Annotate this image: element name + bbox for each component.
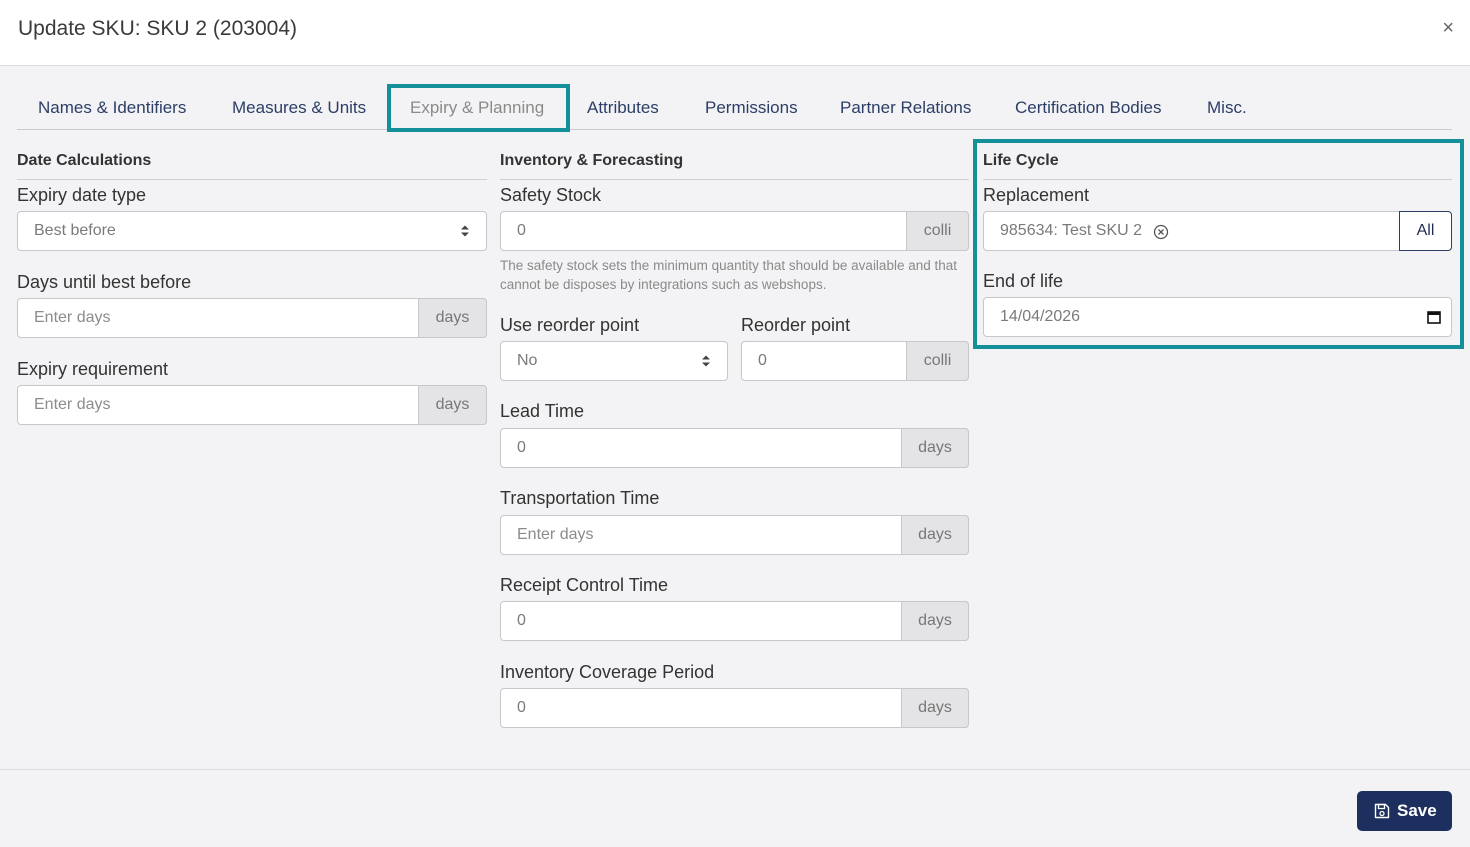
days-unit-addon: days bbox=[418, 298, 487, 338]
replacement-value: 985634: Test SKU 2 bbox=[1000, 222, 1143, 239]
save-button-label: Save bbox=[1397, 801, 1437, 820]
reorder-point-label: Reorder point bbox=[741, 315, 851, 335]
expiry-date-type-select[interactable]: Best before bbox=[17, 211, 487, 251]
receipt-control-time-label: Receipt Control Time bbox=[500, 575, 669, 595]
days-unit-addon: days bbox=[418, 385, 487, 425]
days-until-best-before-placeholder: Enter days bbox=[34, 309, 111, 326]
safety-stock-help-text: The safety stock sets the minimum quanti… bbox=[500, 258, 958, 292]
end-of-life-date-input[interactable]: 14/04/2026 bbox=[983, 297, 1452, 337]
reorder-point-value: 0 bbox=[758, 352, 767, 369]
section-divider bbox=[500, 179, 969, 180]
modal-title: Update SKU: SKU 2 (203004) bbox=[18, 17, 297, 40]
colli-unit-addon: colli bbox=[906, 211, 969, 251]
tab-measures-units[interactable]: Measures & Units bbox=[232, 86, 366, 130]
colli-unit-addon: colli bbox=[906, 341, 969, 381]
expiry-requirement-field[interactable]: Enter days days bbox=[17, 385, 487, 425]
section-divider bbox=[983, 179, 1452, 180]
modal-header: Update SKU: SKU 2 (203004) × bbox=[0, 0, 1470, 66]
footer-divider bbox=[0, 769, 1470, 770]
safety-stock-field[interactable]: 0 colli bbox=[500, 211, 969, 251]
clear-selection-icon[interactable] bbox=[1153, 224, 1169, 240]
receipt-control-time-field[interactable]: 0 days bbox=[500, 601, 969, 641]
use-reorder-point-label: Use reorder point bbox=[500, 315, 640, 335]
floppy-disk-icon bbox=[1374, 803, 1390, 819]
expiry-requirement-label: Expiry requirement bbox=[17, 359, 169, 379]
tab-misc[interactable]: Misc. bbox=[1207, 86, 1247, 130]
section-divider bbox=[17, 179, 487, 180]
days-unit-addon: days bbox=[901, 515, 969, 555]
days-until-best-before-field[interactable]: Enter days days bbox=[17, 298, 487, 338]
save-button[interactable]: Save bbox=[1357, 791, 1452, 831]
transportation-time-label: Transportation Time bbox=[500, 488, 660, 508]
days-unit-addon: days bbox=[901, 601, 969, 641]
tab-certification-bodies[interactable]: Certification Bodies bbox=[1015, 86, 1161, 130]
tab-expiry-planning[interactable]: Expiry & Planning bbox=[410, 86, 544, 130]
replacement-select[interactable]: 985634: Test SKU 2 bbox=[983, 211, 1400, 251]
use-reorder-point-value: No bbox=[517, 352, 538, 369]
close-icon[interactable]: × bbox=[1442, 16, 1454, 40]
days-unit-addon: days bbox=[901, 428, 969, 468]
receipt-control-time-value: 0 bbox=[517, 612, 526, 629]
tab-partner-relations[interactable]: Partner Relations bbox=[840, 86, 971, 130]
days-unit-addon: days bbox=[901, 688, 969, 728]
lead-time-field[interactable]: 0 days bbox=[500, 428, 969, 468]
tab-names-identifiers[interactable]: Names & Identifiers bbox=[38, 86, 186, 130]
replacement-label: Replacement bbox=[983, 185, 1090, 205]
expiry-date-type-value: Best before bbox=[34, 222, 116, 239]
select-arrows-icon bbox=[702, 355, 710, 367]
days-until-best-before-label: Days until best before bbox=[17, 272, 192, 292]
inventory-forecasting-title: Inventory & Forecasting bbox=[500, 152, 684, 169]
transportation-time-placeholder: Enter days bbox=[517, 526, 594, 543]
safety-stock-value: 0 bbox=[517, 222, 526, 239]
tab-attributes[interactable]: Attributes bbox=[587, 86, 659, 130]
inventory-coverage-period-value: 0 bbox=[517, 699, 526, 716]
expiry-date-type-label: Expiry date type bbox=[17, 185, 147, 205]
date-calculations-title: Date Calculations bbox=[17, 152, 152, 169]
tab-bar: Names & Identifiers Measures & Units Exp… bbox=[17, 86, 1452, 130]
all-button[interactable]: All bbox=[1399, 211, 1452, 251]
safety-stock-label: Safety Stock bbox=[500, 185, 602, 205]
lead-time-value: 0 bbox=[517, 439, 526, 456]
life-cycle-title: Life Cycle bbox=[983, 152, 1059, 169]
end-of-life-label: End of life bbox=[983, 271, 1064, 291]
lead-time-label: Lead Time bbox=[500, 401, 585, 421]
tab-permissions[interactable]: Permissions bbox=[705, 86, 798, 130]
select-arrows-icon bbox=[461, 225, 469, 237]
inventory-coverage-period-label: Inventory Coverage Period bbox=[500, 662, 715, 682]
reorder-point-field[interactable]: 0 colli bbox=[741, 341, 969, 381]
end-of-life-value: 14/04/2026 bbox=[1000, 308, 1081, 325]
calendar-icon[interactable] bbox=[1427, 310, 1441, 324]
transportation-time-field[interactable]: Enter days days bbox=[500, 515, 969, 555]
expiry-requirement-placeholder: Enter days bbox=[34, 396, 111, 413]
use-reorder-point-select[interactable]: No bbox=[500, 341, 728, 381]
inventory-coverage-period-field[interactable]: 0 days bbox=[500, 688, 969, 728]
